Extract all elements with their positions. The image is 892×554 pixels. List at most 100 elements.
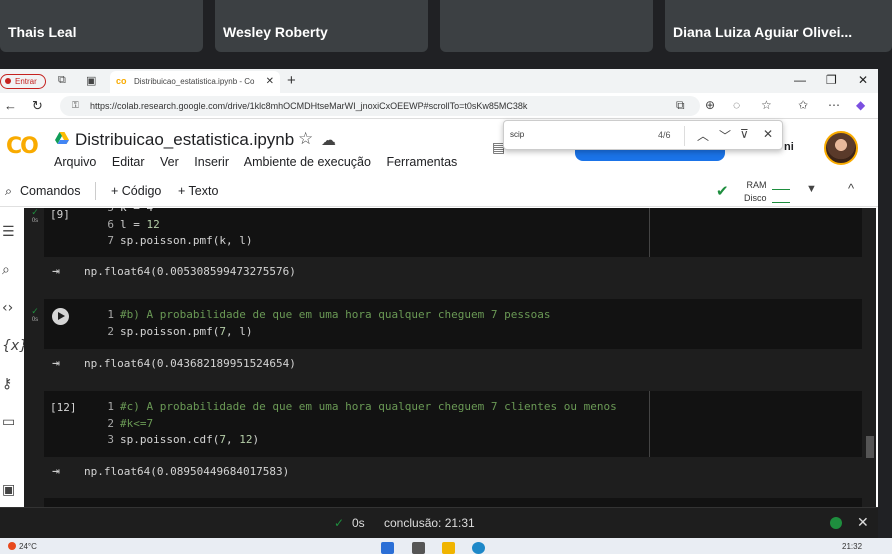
translate-icon[interactable]: ⧉ [676,98,685,113]
code-snippets-icon[interactable]: ‹› [2,300,13,316]
scrollbar-thumb[interactable] [866,436,874,458]
new-tab-icon[interactable]: + [287,72,296,89]
star-icon[interactable]: ☆ [298,129,313,149]
output-toggle-icon[interactable]: ⇥ [52,464,60,479]
run-cell-button[interactable] [52,308,69,325]
reader-icon[interactable]: ◌ [733,98,740,112]
menu-ver[interactable]: Ver [160,155,179,169]
commands-button[interactable]: Comandos [20,184,80,198]
meeting-tiles: Thais Leal Wesley Roberty Diana Luiza Ag… [0,0,892,69]
code-token: #b) A probabilidade de que em uma hora q… [120,308,551,321]
execution-count: [9] [50,208,70,221]
browser-app-icon[interactable] [472,542,485,554]
code-editor[interactable]: 1 #c) A probabilidade de que em uma hora … [100,399,617,449]
cell-status: ✓ 0s [31,208,39,224]
menu-inserir[interactable]: Inserir [194,155,229,169]
code-token: sp.poisson.pmf( [120,324,220,338]
find-replace-icon[interactable]: ⌕ [2,262,10,278]
code-token: sp.poisson.cdf( [120,433,220,446]
menu-ambiente[interactable]: Ambiente de execução [244,155,371,169]
cloud-sync-icon[interactable]: ☁ [321,131,336,149]
profile-button[interactable]: Entrar [0,74,46,89]
close-status-icon[interactable]: ✕ [857,514,869,531]
cell-status: ✓ 0s [31,306,39,324]
site-info-icon[interactable]: ⚿ [72,100,79,111]
code-editor[interactable]: 5 k = 4 6 l = 12 7 sp.poisson.pmf(k, l) [100,208,252,250]
code-cell[interactable]: 1 #b) A probabilidade de que em uma hora … [44,299,862,349]
menu-bar: Arquivo Editar Ver Inserir Ambiente de e… [54,155,469,169]
runtime-dropdown-icon[interactable]: ▼ [806,183,817,195]
disk-bar [772,202,790,203]
code-token: #k<=7 [120,416,154,430]
file-explorer-icon[interactable] [442,542,455,554]
find-previous-icon[interactable]: ︿ [697,127,709,144]
user-name: ni [784,141,794,153]
status-bar: ✓ 0s conclusão: 21:31 ✕ [0,507,878,538]
ruler-line [649,391,650,457]
search-icon[interactable]: ⌕ [5,184,12,199]
reload-icon[interactable]: ↻ [32,98,43,114]
minimize-icon[interactable]: — [794,73,806,87]
resource-monitor[interactable]: RAM Disco [744,179,767,205]
notebook-title[interactable]: Distribuicao_estatistica.ipynb [75,130,294,150]
tab-actions-icon[interactable]: ▣ [86,74,96,87]
code-token: sp.poisson.pmf(k, l) [120,234,253,247]
code-token: l = [120,217,147,231]
back-icon[interactable]: ← [4,98,17,113]
notebook-toolbar: ⌕ Comandos + Código + Texto ✔ RAM Disco … [0,175,878,207]
zoom-icon[interactable]: ⊕ [705,98,715,112]
terminal-icon[interactable]: ▣ [2,482,15,498]
code-line: 3 sp.poisson.cdf(7, 12) [100,432,617,449]
code-editor[interactable]: 1 #b) A probabilidade de que em uma hora … [100,307,550,340]
copilot-icon[interactable]: ◆ [856,98,865,112]
menu-editar[interactable]: Editar [112,155,145,169]
weather-widget[interactable]: 24°C [8,542,37,551]
os-taskbar: 24°C 21:32 [0,538,892,554]
tab-title: Distribuicao_estatistica.ipynb - Co [134,77,255,86]
code-line: 1 #b) A probabilidade de que em uma hora … [100,307,550,324]
participant-tile[interactable]: Diana Luiza Aguiar Olivei... [665,0,892,52]
code-cell[interactable]: [12] 1 #c) A probabilidade de que em uma … [44,391,862,457]
close-window-icon[interactable]: ✕ [858,73,868,87]
output-toggle-icon[interactable]: ⇥ [52,356,60,371]
code-line: 7 sp.poisson.pmf(k, l) [100,233,252,250]
menu-ferramentas[interactable]: Ferramentas [386,155,457,169]
collapse-header-icon[interactable]: ^ [848,181,854,196]
colab-logo[interactable]: CO [6,134,39,159]
tab-colab[interactable]: co Distribuicao_estatistica.ipynb - Co ✕ [110,71,280,93]
close-tab-icon[interactable]: ✕ [266,76,274,87]
participant-tile[interactable] [440,0,653,52]
favorite-star-icon[interactable]: ☆ [761,98,772,112]
participant-tile[interactable]: Thais Leal [0,0,203,52]
find-next-icon[interactable]: ﹀ [719,127,731,144]
cell-output: ⇥ np.float64(0.005308599473275576) [44,259,862,285]
add-text-button[interactable]: + Texto [178,184,218,198]
find-close-icon[interactable]: ✕ [763,127,773,141]
secrets-key-icon[interactable]: ⚷ [2,376,12,392]
completion-time: conclusão: 21:31 [384,516,475,530]
ram-bar [772,189,790,190]
code-line: 5 k = 4 [100,208,252,217]
restore-icon[interactable]: ❐ [826,73,837,87]
favorites-icon[interactable]: ✩ [798,98,808,112]
line-number: 1 [107,400,114,413]
avatar[interactable] [824,131,858,165]
line-number: 2 [107,324,114,338]
code-cell[interactable] [44,498,862,507]
toc-icon[interactable]: ☰ [2,224,15,240]
menu-arquivo[interactable]: Arquivo [54,155,96,169]
files-folder-icon[interactable]: ▭ [2,414,15,430]
task-view-icon[interactable] [412,542,425,554]
add-code-button[interactable]: + Código [111,184,161,198]
more-icon[interactable]: ⋯ [828,98,840,112]
output-toggle-icon[interactable]: ⇥ [52,264,60,279]
participant-tile[interactable]: Wesley Roberty [215,0,428,52]
clock: 21:32 [842,542,863,551]
find-input[interactable]: scip [510,130,524,139]
find-filter-icon[interactable]: ⊽ [740,127,749,141]
address-bar[interactable]: ⚿ https://colab.research.google.com/driv… [60,96,700,116]
extensions-icon[interactable]: ⧉ [58,74,66,87]
start-icon[interactable] [381,542,394,554]
code-cell[interactable]: [9] 5 k = 4 6 l = 12 7 sp.poisson.pmf(k, l) [44,208,862,257]
line-number: 2 [107,416,114,430]
